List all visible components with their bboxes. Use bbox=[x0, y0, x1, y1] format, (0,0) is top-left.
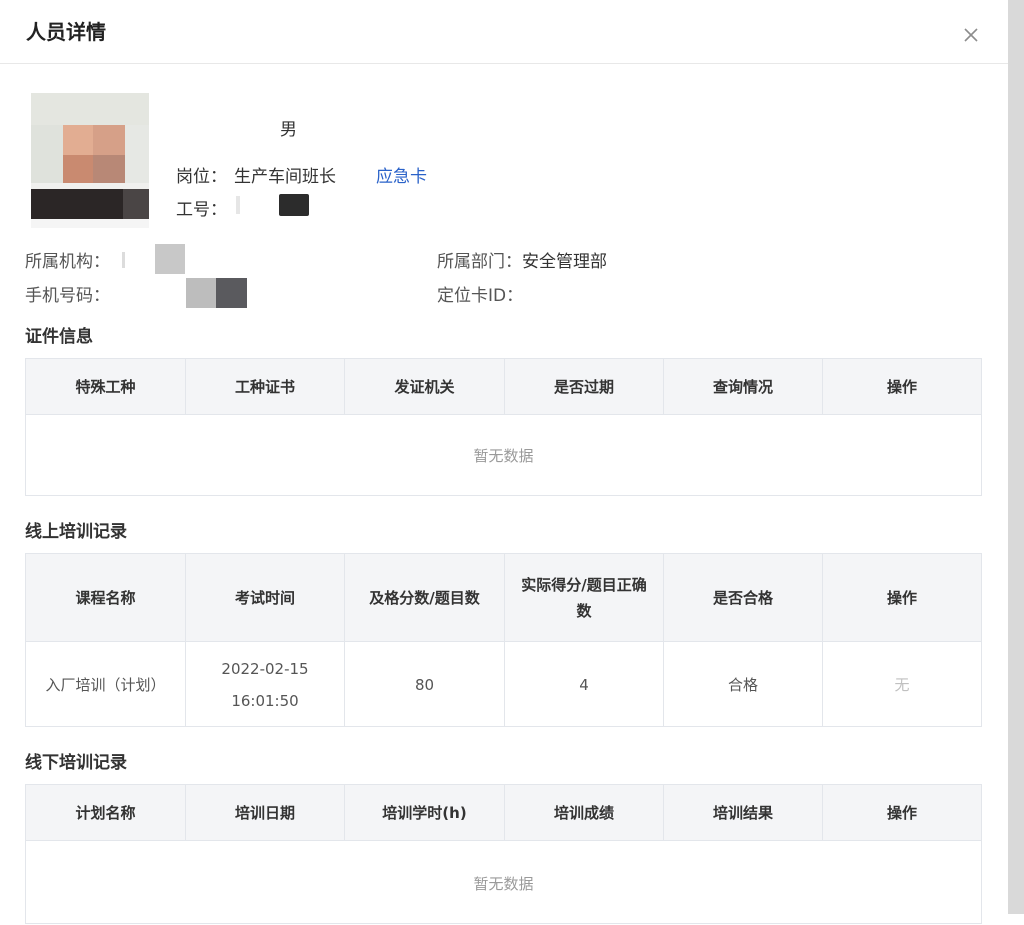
position-label: 岗位： bbox=[176, 167, 227, 187]
offline-col-header: 培训结果 bbox=[664, 785, 823, 840]
dept-field: 所属部门：安全管理部 bbox=[437, 247, 607, 272]
online-col-header: 考试时间 bbox=[186, 554, 345, 641]
avatar bbox=[31, 93, 149, 228]
gender-value: 男 bbox=[280, 120, 297, 140]
pass-status-cell: 合格 bbox=[664, 642, 823, 727]
cert-empty-text: 暂无数据 bbox=[473, 446, 534, 465]
offline-col-header: 计划名称 bbox=[26, 785, 186, 840]
emergency-card-link[interactable]: 应急卡 bbox=[376, 162, 427, 187]
phone-redacted bbox=[186, 278, 216, 308]
course-name-cell: 入厂培训（计划） bbox=[26, 642, 186, 727]
scrollbar-track[interactable] bbox=[1008, 0, 1024, 914]
dept-label: 所属部门： bbox=[437, 252, 522, 272]
cert-table: 特殊工种 工种证书 发证机关 是否过期 查询情况 操作 暂无数据 bbox=[25, 358, 982, 496]
cert-col-header: 操作 bbox=[886, 377, 917, 396]
actual-score-cell: 4 bbox=[505, 642, 664, 727]
offline-section-title: 线下培训记录 bbox=[25, 753, 127, 773]
cert-col-header: 工种证书 bbox=[186, 359, 345, 414]
action-cell: 无 bbox=[894, 675, 910, 694]
online-col-header: 实际得分/题目正确数 bbox=[505, 554, 664, 641]
online-table-header: 课程名称 考试时间 及格分数/题目数 实际得分/题目正确数 是否合格 操作 bbox=[26, 554, 981, 642]
person-detail-dialog: 人员详情 男 岗位： 生产车间班长 应急卡 工号： 所属机构： 所属部门：安全管… bbox=[0, 0, 1008, 924]
phone-redacted-block bbox=[216, 278, 247, 308]
phone-label: 手机号码： bbox=[25, 286, 110, 306]
close-button[interactable] bbox=[958, 22, 984, 48]
pass-score-cell: 80 bbox=[345, 642, 505, 727]
cert-col-header: 特殊工种 bbox=[26, 359, 186, 414]
offline-col-header: 培训日期 bbox=[186, 785, 345, 840]
dialog-title: 人员详情 bbox=[26, 20, 106, 44]
org-label: 所属机构： bbox=[25, 252, 110, 272]
table-row: 入厂培训（计划） 2022-02-15 16:01:50 80 4 合格 无 bbox=[26, 642, 981, 727]
cert-col-header: 是否过期 bbox=[505, 359, 664, 414]
offline-empty-text: 暂无数据 bbox=[473, 874, 534, 893]
online-col-header: 课程名称 bbox=[26, 554, 186, 641]
online-col-header: 操作 bbox=[886, 588, 917, 607]
job-number-redacted-block bbox=[279, 194, 309, 216]
offline-col-header: 操作 bbox=[886, 803, 917, 822]
cert-table-header: 特殊工种 工种证书 发证机关 是否过期 查询情况 操作 bbox=[26, 359, 981, 415]
online-training-table: 课程名称 考试时间 及格分数/题目数 实际得分/题目正确数 是否合格 操作 入厂… bbox=[25, 553, 982, 727]
dept-value: 安全管理部 bbox=[522, 252, 607, 272]
offline-col-header: 培训成绩 bbox=[505, 785, 664, 840]
exam-time-cell: 2022-02-15 16:01:50 bbox=[186, 642, 345, 727]
offline-training-table: 计划名称 培训日期 培训学时(h) 培训成绩 培训结果 操作 暂无数据 bbox=[25, 784, 982, 924]
online-section-title: 线上培训记录 bbox=[25, 522, 127, 542]
offline-table-header: 计划名称 培训日期 培训学时(h) 培训成绩 培训结果 操作 bbox=[26, 785, 981, 841]
locator-card-label: 定位卡ID： bbox=[437, 286, 524, 306]
cert-col-header: 查询情况 bbox=[664, 359, 823, 414]
cert-col-header: 发证机关 bbox=[345, 359, 505, 414]
cert-section-title: 证件信息 bbox=[25, 327, 93, 347]
org-redacted-block bbox=[155, 244, 185, 274]
close-icon bbox=[964, 28, 978, 42]
dialog-header: 人员详情 bbox=[0, 0, 1008, 64]
job-number-label: 工号： bbox=[176, 200, 227, 220]
offline-col-header: 培训学时(h) bbox=[345, 785, 505, 840]
position-value: 生产车间班长 bbox=[234, 167, 336, 187]
online-col-header: 及格分数/题目数 bbox=[345, 554, 505, 641]
org-redacted bbox=[122, 252, 125, 268]
job-number-redacted bbox=[236, 196, 240, 214]
online-col-header: 是否合格 bbox=[664, 554, 823, 641]
